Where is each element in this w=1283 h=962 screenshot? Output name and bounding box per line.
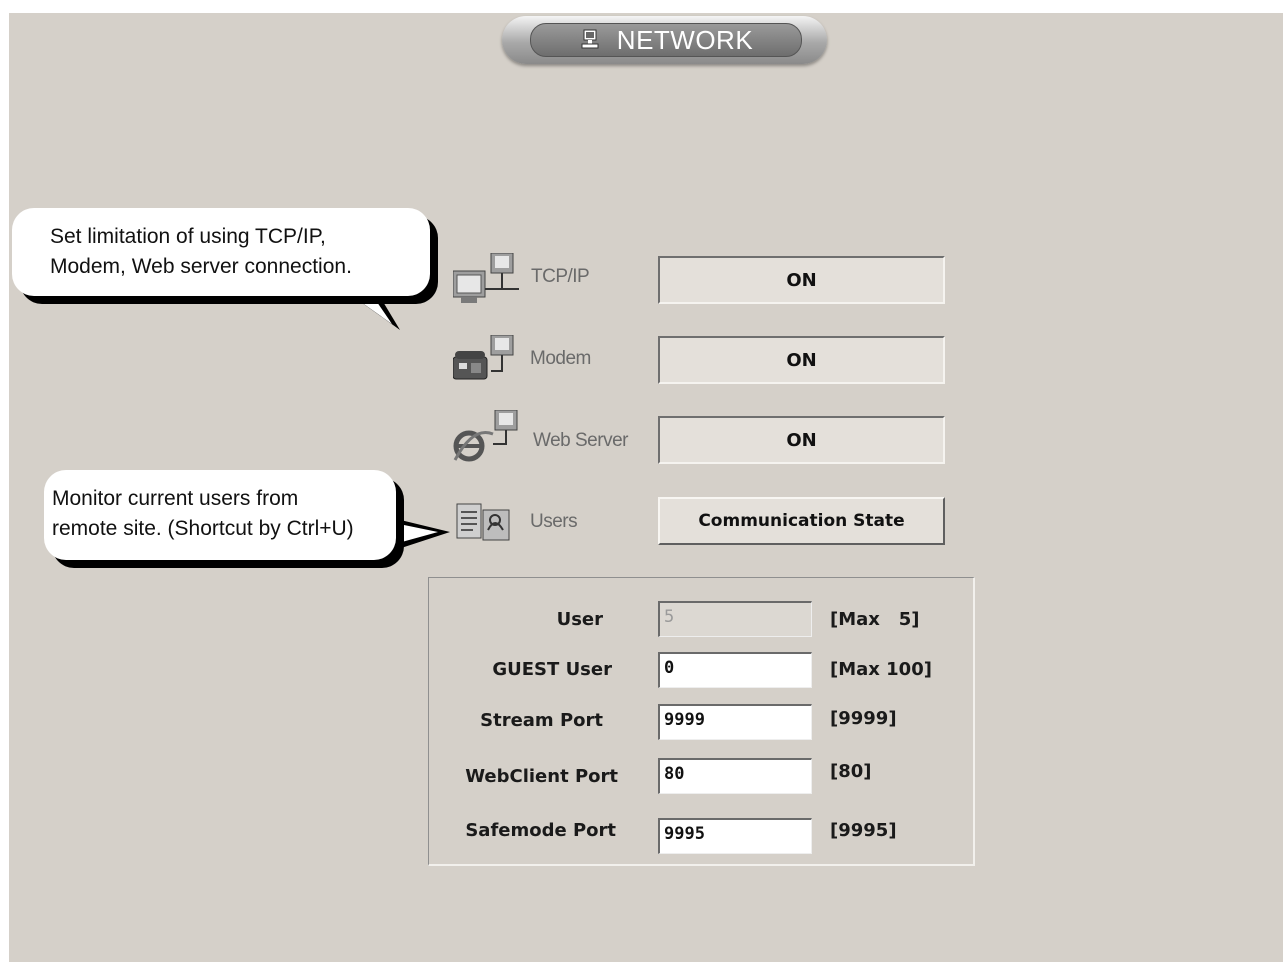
callout-connection-bubble: Set limitation of using TCP/IP, Modem, W… bbox=[12, 208, 430, 296]
web-server-ie-icon bbox=[453, 409, 523, 471]
stream-port-hint: [9999] bbox=[830, 708, 897, 729]
guest-user-field[interactable]: 0 bbox=[658, 652, 812, 688]
communication-state-button[interactable]: Communication State bbox=[658, 497, 945, 545]
safemode-port-field[interactable]: 9995 bbox=[658, 818, 812, 854]
users-label: Users bbox=[530, 511, 578, 532]
page-title: NETWORK bbox=[530, 23, 802, 57]
safemode-port-label: Safemode Port bbox=[465, 820, 616, 841]
user-label: User bbox=[556, 609, 603, 630]
callout-users-line2: remote site. (Shortcut by Ctrl+U) bbox=[52, 517, 354, 540]
page-title-text: NETWORK bbox=[616, 24, 754, 55]
callout-users-line1: Monitor current users from bbox=[52, 487, 299, 510]
tcpip-toggle-button[interactable]: ON bbox=[658, 256, 945, 304]
callout-connection-line2: Modem, Web server connection. bbox=[50, 255, 352, 278]
web-server-label: Web Server bbox=[533, 430, 628, 451]
guest-user-max-hint: [Max 100] bbox=[830, 659, 932, 680]
webclient-port-hint: [80] bbox=[830, 761, 872, 782]
webclient-port-label: WebClient Port bbox=[465, 766, 618, 787]
modem-toggle-button[interactable]: ON bbox=[658, 336, 945, 384]
tcpip-computer-icon bbox=[452, 252, 523, 314]
user-max-hint: [Max 5] bbox=[830, 609, 920, 630]
web-server-toggle-button[interactable]: ON bbox=[658, 416, 945, 464]
modem-label: Modem bbox=[530, 348, 591, 369]
network-computer-icon bbox=[579, 28, 603, 52]
callout-connection-line1: Set limitation of using TCP/IP, bbox=[50, 225, 326, 248]
callout-users-bubble: Monitor current users from remote site. … bbox=[44, 470, 396, 560]
safemode-port-hint: [9995] bbox=[830, 820, 897, 841]
stream-port-field[interactable]: 9999 bbox=[658, 704, 812, 740]
tcpip-label: TCP/IP bbox=[531, 266, 590, 287]
webclient-port-field[interactable]: 80 bbox=[658, 758, 812, 794]
users-document-icon bbox=[455, 500, 515, 549]
guest-user-label: GUEST User bbox=[492, 659, 612, 680]
modem-phone-icon bbox=[452, 334, 523, 388]
user-count-field: 5 bbox=[658, 601, 812, 637]
stream-port-label: Stream Port bbox=[480, 710, 603, 731]
